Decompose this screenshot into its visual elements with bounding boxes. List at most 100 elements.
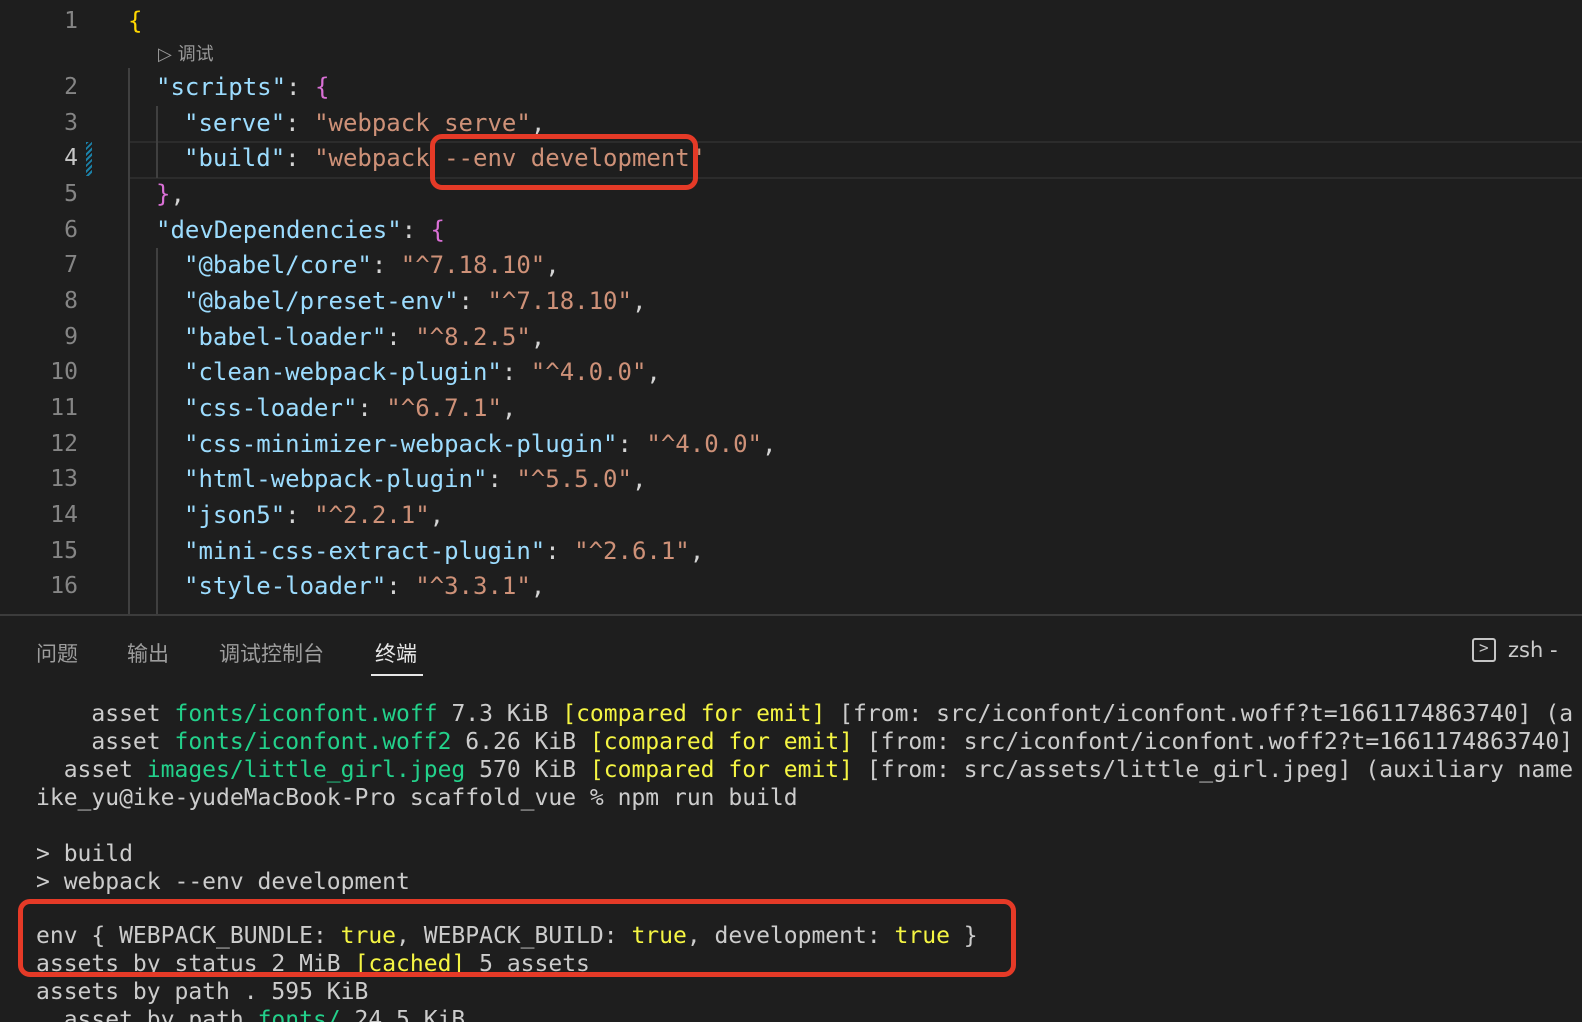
code-token: { <box>314 73 330 101</box>
code-token: "build" <box>184 144 286 172</box>
terminal-token: images/little_girl.jpeg <box>146 757 466 783</box>
terminal-line: asset fonts/iconfont.woff 7.3 KiB [compa… <box>36 700 1573 728</box>
line-number: 2 <box>64 74 78 100</box>
terminal-token: fonts/iconfont.woff <box>174 701 438 727</box>
code-token: "^3.3.1" <box>415 572 531 600</box>
code-token: , <box>689 537 705 565</box>
code-token: "html-webpack-plugin" <box>184 465 488 493</box>
line-number: 16 <box>50 573 78 599</box>
line-number: 11 <box>50 395 78 421</box>
code-token: "^4.0.0" <box>646 430 762 458</box>
code-token: "^2.2.1" <box>314 501 430 529</box>
code-token: : <box>545 537 575 565</box>
code-token: , <box>501 394 517 422</box>
code-token: : <box>487 465 517 493</box>
code-token: "webpack serve" <box>314 109 531 137</box>
terminal-shell-selector[interactable]: zsh - <box>1508 638 1558 662</box>
line-number: 12 <box>50 431 78 457</box>
code-token: "scripts" <box>156 73 287 101</box>
code-token: "^6.7.1" <box>386 394 502 422</box>
code-token: , <box>530 109 546 137</box>
debug-codelens[interactable]: ▷ 调试 <box>158 40 214 66</box>
terminal-token: ike_yu@ike-yudeMacBook-Pro scaffold_vue … <box>36 785 798 811</box>
code-token: "^8.2.5" <box>415 323 531 351</box>
indent-guide <box>156 248 158 614</box>
code-token: , <box>631 465 647 493</box>
code-line: "clean-webpack-plugin": "^4.0.0", <box>184 357 661 387</box>
terminal-icon[interactable]: > <box>1472 638 1496 662</box>
terminal-token: [compared for emit] <box>562 701 826 727</box>
line-number: 5 <box>64 181 78 207</box>
code-line: "@babel/preset-env": "^7.18.10", <box>184 286 646 316</box>
code-token: : <box>458 287 488 315</box>
modified-line-indicator <box>86 142 92 176</box>
terminal-line: assets by path . 595 KiB <box>36 978 368 1006</box>
bottom-panel: 问题 输出 调试控制台 终端 > zsh - asset fonts/iconfont… <box>0 614 1582 1022</box>
code-line: "devDependencies": { <box>156 215 445 245</box>
terminal-token: > build <box>36 841 133 867</box>
code-token: : <box>386 323 416 351</box>
terminal-token: asset <box>36 701 175 727</box>
code-token: "css-loader" <box>184 394 358 422</box>
code-line: { <box>128 6 142 36</box>
code-editor[interactable]: 1 2 3 4 5 6 7 8 9 10 11 12 13 14 15 16 ▷ 调试 {"scripts":… <box>0 0 1582 614</box>
terminal-line: asset images/little_girl.jpeg 570 KiB [c… <box>36 756 1573 784</box>
code-line: "mini-css-extract-plugin": "^2.6.1", <box>184 536 704 566</box>
line-number: 14 <box>50 502 78 528</box>
code-token: : <box>617 430 647 458</box>
code-line: "css-loader": "^6.7.1", <box>184 393 516 423</box>
code-token: "^5.5.0" <box>516 465 632 493</box>
terminal-token: asset <box>36 757 147 783</box>
indent-guide <box>128 68 130 614</box>
terminal-line: asset fonts/iconfont.woff2 6.26 KiB [com… <box>36 728 1573 756</box>
active-tab-indicator <box>371 674 423 676</box>
code-token: , <box>530 572 546 600</box>
code-token: , <box>631 287 647 315</box>
code-token: , <box>170 180 185 208</box>
code-token: { <box>430 216 445 244</box>
code-token: , <box>429 501 445 529</box>
code-line: "babel-loader": "^8.2.5", <box>184 322 545 352</box>
code-token: "^7.18.10" <box>487 287 632 315</box>
terminal-token: > webpack --env development <box>36 869 410 895</box>
code-token: : <box>285 144 315 172</box>
code-line: "@babel/core": "^7.18.10", <box>184 250 560 280</box>
code-token: "^4.0.0" <box>530 358 647 386</box>
code-token: "mini-css-extract-plugin" <box>184 537 546 565</box>
terminal-token: 7.3 KiB <box>437 701 563 727</box>
code-token: : <box>401 216 431 244</box>
terminal-token: 570 KiB <box>465 757 590 783</box>
line-number: 10 <box>50 359 78 385</box>
code-line: }, <box>156 179 185 209</box>
terminal-token: assets by path . 595 KiB <box>36 979 369 1005</box>
line-number: 13 <box>50 466 78 492</box>
line-number: 7 <box>64 252 78 278</box>
code-line: "scripts": { <box>156 72 329 102</box>
terminal-token: [compared for emit] <box>589 757 854 783</box>
code-token: "^2.6.1" <box>574 537 690 565</box>
annotation-box-env-output <box>18 899 1016 977</box>
terminal-token: asset <box>36 729 175 755</box>
terminal-line: > build <box>36 840 133 868</box>
code-token: : <box>357 394 387 422</box>
terminal-token: [from: src/iconfont/iconfont.woff2?t=166… <box>853 729 1574 755</box>
line-number: 6 <box>64 217 78 243</box>
code-line: "json5": "^2.2.1", <box>184 500 444 530</box>
code-token: "@babel/preset-env" <box>184 287 459 315</box>
code-token: , <box>530 323 546 351</box>
code-line: "html-webpack-plugin": "^5.5.0", <box>184 464 646 494</box>
code-token: , <box>545 251 560 279</box>
panel-tab-3[interactable]: 终端 <box>375 638 417 668</box>
panel-tab-0[interactable]: 问题 <box>36 638 78 668</box>
panel-tab-2[interactable]: 调试控制台 <box>219 638 324 668</box>
code-token: : <box>501 358 531 386</box>
line-number: 9 <box>64 324 78 350</box>
code-token: , <box>761 430 777 458</box>
code-token: "clean-webpack-plugin" <box>184 358 502 386</box>
panel-tab-1[interactable]: 输出 <box>127 638 169 668</box>
terminal-token: [compared for emit] <box>589 729 854 755</box>
code-token: { <box>128 7 143 35</box>
line-number: 1 <box>64 8 78 34</box>
code-token: , <box>646 358 661 386</box>
code-token: "devDependencies" <box>156 216 402 244</box>
